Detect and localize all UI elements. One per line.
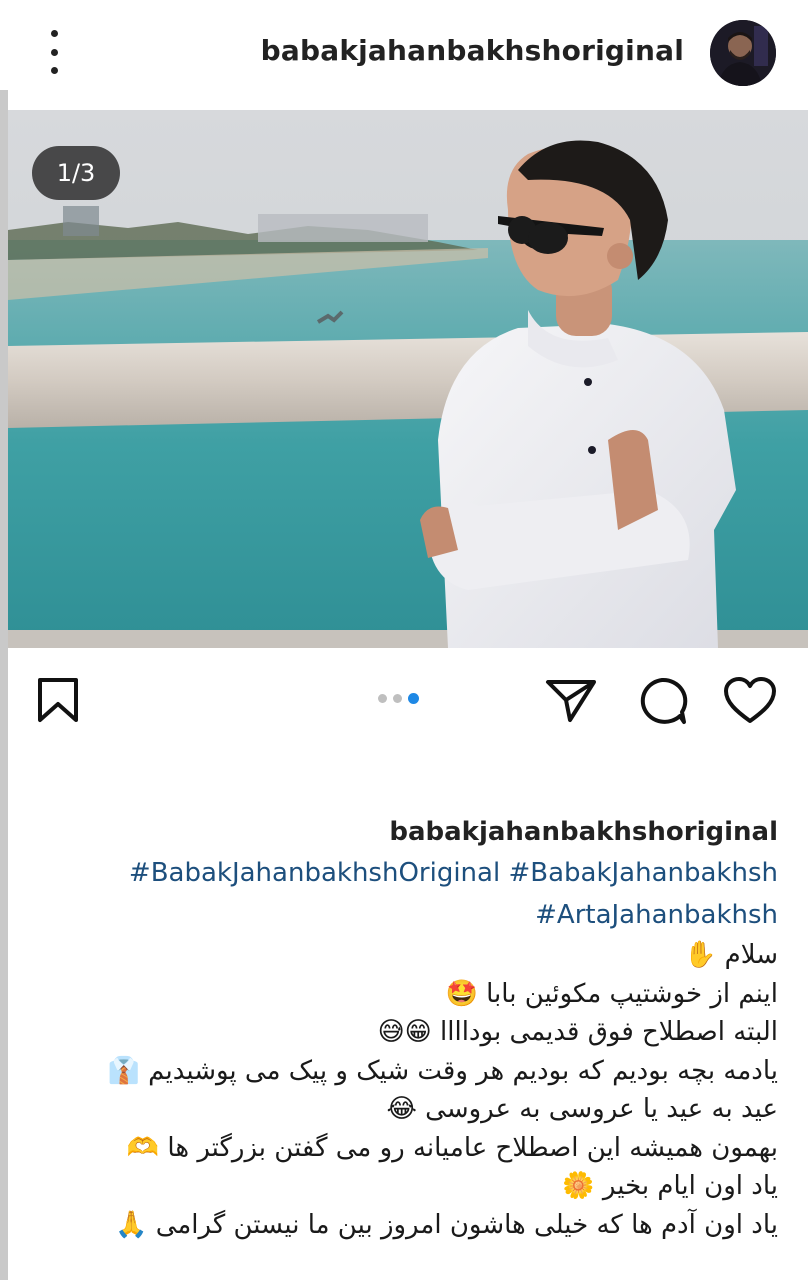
more-vertical-icon[interactable]	[40, 30, 68, 74]
hashtag-link[interactable]: #ArtaJahanbakhsh	[535, 900, 778, 930]
post-caption: babakjahanbakhshoriginal #BabakJahanbakh…	[18, 812, 778, 1244]
paper-plane-icon[interactable]	[544, 676, 598, 728]
hashtag-link[interactable]: #BabakJahanbakhsh	[508, 858, 778, 888]
caption-line: یادمه بچه بودیم که بودیم هر وقت شیک و پی…	[107, 1055, 778, 1086]
comment-bubble-icon[interactable]	[636, 676, 688, 730]
carousel-dot	[393, 694, 402, 703]
caption-line: عید به عید یا عروسی به عروسی 😂	[386, 1094, 779, 1124]
carousel-dot	[378, 694, 387, 703]
caption-username[interactable]: babakjahanbakhshoriginal	[18, 812, 778, 852]
caption-line: بهمون همیشه این اصطلاح عامیانه رو می گفت…	[126, 1132, 778, 1163]
post-username[interactable]: babakjahanbakhshoriginal	[261, 34, 684, 67]
caption-line: البته اصطلاح فوق قدیمی بوداااا 😁😅	[377, 1017, 778, 1047]
profile-avatar[interactable]	[710, 20, 776, 86]
caption-line: سلام ✋	[683, 940, 778, 970]
post-header: babakjahanbakhshoriginal	[0, 0, 808, 106]
hashtag-link[interactable]: #BabakJahanbakhshOriginal	[129, 858, 500, 888]
bookmark-icon[interactable]	[36, 676, 80, 728]
media-counter-badge: 1/3	[32, 146, 120, 200]
carousel-dot-active	[408, 693, 419, 704]
caption-line: یاد اون ایام بخیر 🌼	[562, 1171, 778, 1201]
post-photo[interactable]	[8, 110, 808, 648]
carousel-indicator	[378, 693, 419, 704]
heart-icon[interactable]	[722, 676, 778, 730]
caption-line: اینم از خوشتیپ مکوئین بابا 🤩	[445, 978, 778, 1009]
caption-line: یاد اون آدم ها که خیلی هاشون امروز بین م…	[115, 1209, 778, 1240]
hashtag-block: #BabakJahanbakhshOriginal #BabakJahanbak…	[18, 852, 778, 936]
